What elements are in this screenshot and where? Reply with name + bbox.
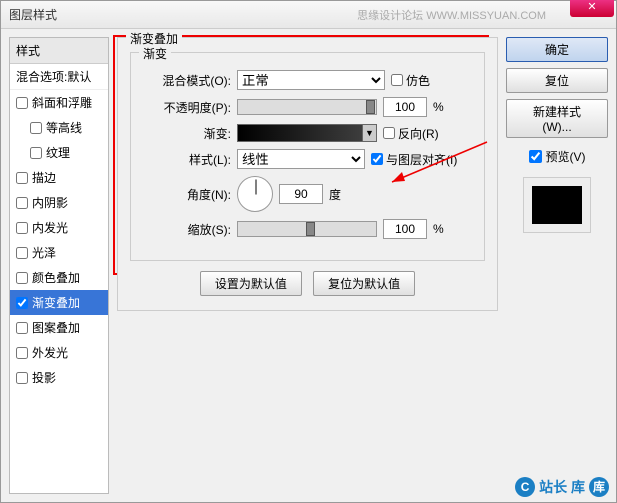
style-item[interactable]: 描边 xyxy=(10,165,108,190)
style-item-label: 渐变叠加 xyxy=(32,294,80,311)
new-style-button[interactable]: 新建样式(W)... xyxy=(506,99,608,138)
styles-list-panel: 样式 混合选项:默认 斜面和浮雕等高线纹理描边内阴影内发光光泽颜色叠加渐变叠加图… xyxy=(9,37,109,494)
style-item[interactable]: 外发光 xyxy=(10,340,108,365)
style-item[interactable]: 渐变叠加 xyxy=(10,290,108,315)
blend-mode-select[interactable]: 正常 xyxy=(237,70,385,90)
scale-input[interactable]: 100 xyxy=(383,219,427,239)
reset-default-button[interactable]: 复位为默认值 xyxy=(313,271,415,296)
opacity-label: 不透明度(P): xyxy=(143,99,231,116)
style-checkbox[interactable] xyxy=(16,172,28,184)
dither-checkbox[interactable] xyxy=(391,74,403,86)
pct-label: % xyxy=(433,100,444,114)
scale-label: 缩放(S): xyxy=(143,221,231,238)
watermark-text: 站长 库 xyxy=(539,477,585,497)
style-item[interactable]: 等高线 xyxy=(10,115,108,140)
opacity-input[interactable]: 100 xyxy=(383,97,427,117)
style-item-label: 描边 xyxy=(32,169,56,186)
style-checkbox[interactable] xyxy=(16,372,28,384)
style-checkbox[interactable] xyxy=(16,322,28,334)
style-checkbox[interactable] xyxy=(16,272,28,284)
ok-button[interactable]: 确定 xyxy=(506,37,608,62)
layer-style-dialog: 图层样式 思缘设计论坛 WWW.MISSYUAN.COM ✕ 样式 混合选项:默… xyxy=(0,0,617,503)
top-watermark: 思缘设计论坛 WWW.MISSYUAN.COM xyxy=(357,7,546,23)
preview-box xyxy=(523,177,591,233)
deg-label: 度 xyxy=(329,186,341,203)
style-label: 样式(L): xyxy=(143,151,231,168)
watermark-icon: C xyxy=(515,477,535,497)
reverse-label: 反向(R) xyxy=(398,125,439,142)
styles-header[interactable]: 样式 xyxy=(10,38,108,64)
angle-label: 角度(N): xyxy=(143,186,231,203)
watermark-icon-2: 库 xyxy=(589,477,609,497)
bottom-watermark: C 站长 库 库 xyxy=(515,477,609,497)
style-item-label: 投影 xyxy=(32,369,56,386)
style-item[interactable]: 斜面和浮雕 xyxy=(10,90,108,115)
style-item[interactable]: 内阴影 xyxy=(10,190,108,215)
style-checkbox[interactable] xyxy=(16,297,28,309)
style-checkbox[interactable] xyxy=(16,347,28,359)
make-default-button[interactable]: 设置为默认值 xyxy=(200,271,302,296)
style-item-label: 内发光 xyxy=(32,219,68,236)
preview-swatch xyxy=(532,186,582,224)
gradient-label: 渐变: xyxy=(143,125,231,142)
align-checkbox[interactable] xyxy=(371,153,383,165)
inner-group-title: 渐变 xyxy=(139,45,171,62)
style-item-label: 光泽 xyxy=(32,244,56,261)
style-item-label: 图案叠加 xyxy=(32,319,80,336)
chevron-down-icon[interactable]: ▼ xyxy=(362,125,376,141)
style-item[interactable]: 内发光 xyxy=(10,215,108,240)
style-item[interactable]: 图案叠加 xyxy=(10,315,108,340)
style-item[interactable]: 投影 xyxy=(10,365,108,390)
pct-label-2: % xyxy=(433,222,444,236)
titlebar: 图层样式 思缘设计论坛 WWW.MISSYUAN.COM ✕ xyxy=(1,1,616,29)
dialog-title: 图层样式 xyxy=(9,6,57,23)
preview-label: 预览(V) xyxy=(546,148,586,165)
cancel-button[interactable]: 复位 xyxy=(506,68,608,93)
style-checkbox[interactable] xyxy=(16,222,28,234)
style-item[interactable]: 纹理 xyxy=(10,140,108,165)
style-item-label: 等高线 xyxy=(46,119,82,136)
style-item-label: 斜面和浮雕 xyxy=(32,94,92,111)
style-item[interactable]: 光泽 xyxy=(10,240,108,265)
style-item-label: 纹理 xyxy=(46,144,70,161)
angle-dial[interactable] xyxy=(237,176,273,212)
right-panel: 确定 复位 新建样式(W)... 预览(V) xyxy=(506,37,608,494)
style-item-label: 外发光 xyxy=(32,344,68,361)
blend-mode-label: 混合模式(O): xyxy=(143,72,231,89)
reverse-checkbox[interactable] xyxy=(383,127,395,139)
style-item[interactable]: 颜色叠加 xyxy=(10,265,108,290)
style-checkbox[interactable] xyxy=(16,247,28,259)
angle-input[interactable]: 90 xyxy=(279,184,323,204)
style-checkbox[interactable] xyxy=(16,97,28,109)
style-item-label: 颜色叠加 xyxy=(32,269,80,286)
preview-checkbox[interactable] xyxy=(529,150,542,163)
dither-label: 仿色 xyxy=(406,72,430,89)
gradient-inner-group: 渐变 混合模式(O): 正常 仿色 不透明度(P): 100 % 渐变: xyxy=(130,52,485,261)
settings-panel: 渐变叠加 渐变 混合模式(O): 正常 仿色 不透明度(P): 100 % xyxy=(117,37,498,494)
opacity-slider[interactable] xyxy=(237,99,377,115)
style-checkbox[interactable] xyxy=(30,122,42,134)
blend-options-item[interactable]: 混合选项:默认 xyxy=(10,64,108,90)
scale-slider[interactable] xyxy=(237,221,377,237)
style-checkbox[interactable] xyxy=(16,197,28,209)
style-item-label: 内阴影 xyxy=(32,194,68,211)
align-label: 与图层对齐(I) xyxy=(386,151,457,168)
style-select[interactable]: 线性 xyxy=(237,149,365,169)
style-checkbox[interactable] xyxy=(30,147,42,159)
gradient-picker[interactable]: ▼ xyxy=(237,124,377,142)
gradient-overlay-group: 渐变叠加 渐变 混合模式(O): 正常 仿色 不透明度(P): 100 % xyxy=(117,37,498,311)
close-button[interactable]: ✕ xyxy=(570,0,614,17)
